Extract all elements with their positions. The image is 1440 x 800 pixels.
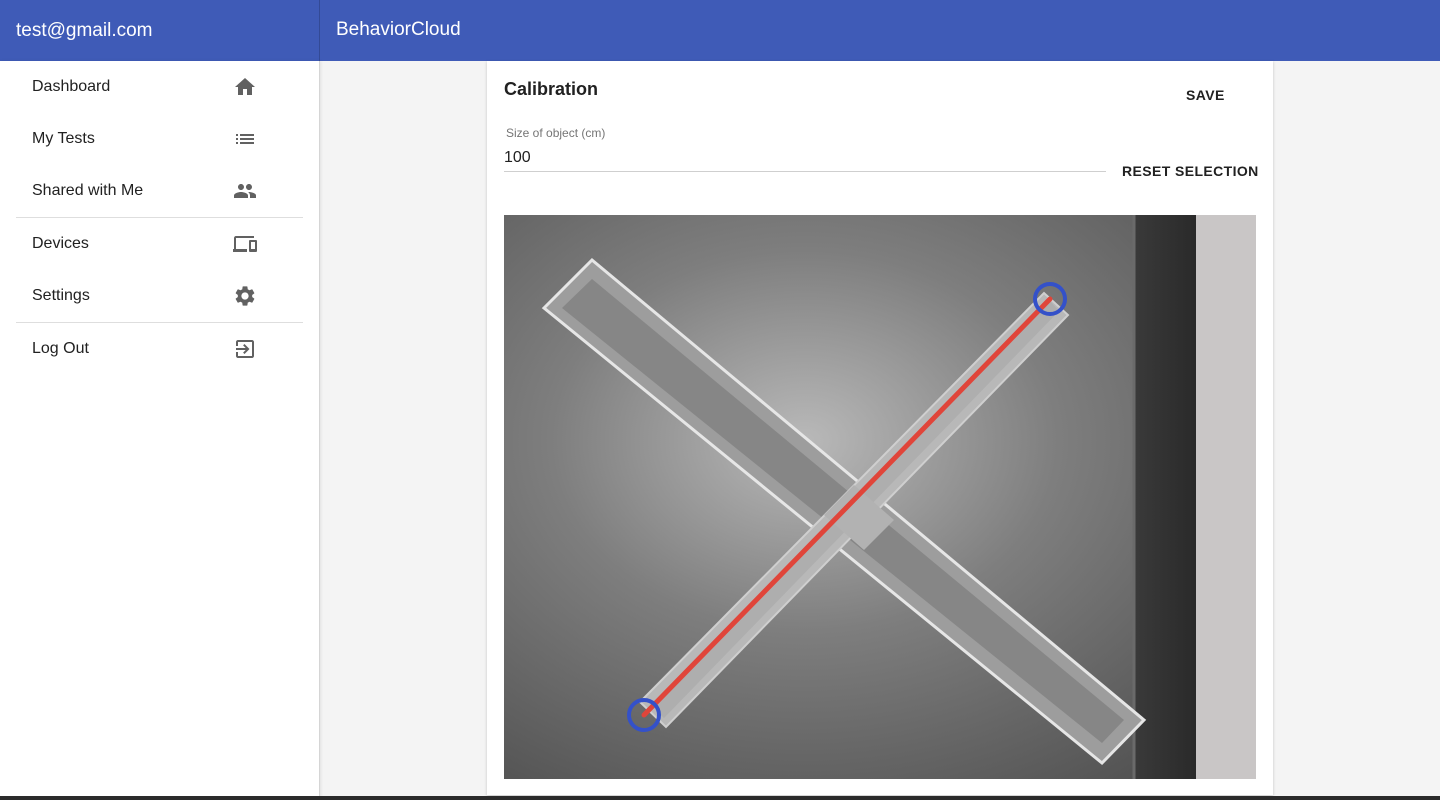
account-email: test@gmail.com [0,0,320,61]
sidebar: Dashboard My Tests Shared with Me Device… [0,61,320,800]
arena-wall [1134,215,1196,779]
object-size-field: Size of object (cm) [504,124,1106,172]
reset-selection-button[interactable]: RESET SELECTION [1114,157,1267,185]
people-icon [233,179,257,203]
app-bar: test@gmail.com BehaviorCloud [0,0,1440,61]
list-icon [233,127,257,151]
save-button[interactable]: SAVE [1178,81,1233,109]
sidebar-item-my-tests[interactable]: My Tests [16,113,303,165]
sidebar-item-label: Shared with Me [32,182,144,199]
sidebar-item-settings[interactable]: Settings [16,270,303,322]
page-title: Calibration [504,79,599,99]
app-title: BehaviorCloud [336,19,461,40]
nav-group-main: Dashboard My Tests Shared with Me [0,61,319,217]
arena-edge [1196,215,1256,779]
calibration-canvas[interactable] [504,215,1256,779]
gear-icon [233,284,257,308]
sidebar-item-log-out[interactable]: Log Out [16,323,303,375]
logout-icon [233,337,257,361]
main-content: Calibration SAVE Size of object (cm) RES… [321,61,1440,800]
sidebar-item-label: Settings [32,287,90,304]
sidebar-item-shared-with-me[interactable]: Shared with Me [16,165,303,217]
sidebar-item-dashboard[interactable]: Dashboard [16,61,303,113]
object-size-label: Size of object (cm) [506,126,606,140]
sidebar-item-label: My Tests [32,130,95,147]
sidebar-item-label: Devices [32,235,89,252]
sidebar-item-label: Dashboard [32,78,111,95]
calibration-image[interactable] [504,215,1256,779]
nav-group-account: Log Out [0,323,319,375]
nav-group-system: Devices Settings [0,218,319,322]
devices-icon [233,232,257,256]
home-icon [233,75,257,99]
object-size-input[interactable] [504,146,1106,170]
sidebar-item-label: Log Out [32,340,89,357]
calibration-card: Calibration SAVE Size of object (cm) RES… [487,61,1273,795]
window-bottom-edge [0,796,1440,800]
sidebar-item-devices[interactable]: Devices [16,218,303,270]
